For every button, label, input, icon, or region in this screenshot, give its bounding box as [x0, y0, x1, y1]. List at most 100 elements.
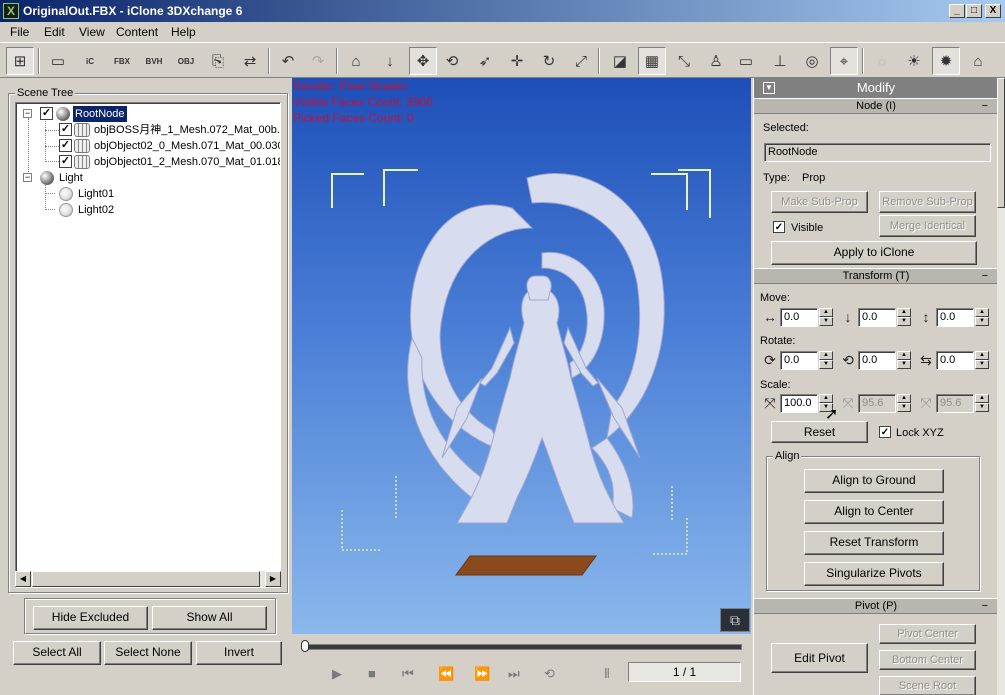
merge-identical-button[interactable]: Merge Identical [879, 215, 976, 237]
scene-tree[interactable]: − ✓ RootNode ✓ objBOSS月神_1_Mesh.072_Mat_… [15, 102, 281, 588]
3d-viewport[interactable]: Render: Pixel Shader Visible Faces Count… [292, 78, 751, 634]
remove-sub-prop-button[interactable]: Remove Sub-Prop [879, 191, 976, 213]
export-icon[interactable]: ⎘ [204, 47, 232, 75]
figure-icon[interactable]: ♙ [702, 47, 730, 75]
scale-z-spinner[interactable]: ▲ ▼ [975, 394, 989, 413]
menu-content[interactable]: Content [116, 25, 158, 39]
scroll-right-icon[interactable]: ▶ [265, 571, 281, 587]
redo-icon[interactable]: ↷ [304, 47, 332, 75]
bottom-center-button[interactable]: Bottom Center [879, 650, 976, 670]
move-x-input[interactable]: 0.0 [780, 308, 818, 327]
move-y-input[interactable]: 0.0 [858, 308, 896, 327]
globe-icon[interactable]: ◎ [798, 47, 826, 75]
select-tool-icon[interactable]: ➶ [471, 47, 499, 75]
grid-icon[interactable]: ▦ [638, 47, 666, 75]
collapse-icon[interactable]: − [982, 99, 988, 113]
tree-node-light02[interactable]: Light02 [16, 202, 280, 218]
rotate-z-input[interactable]: 0.0 [936, 351, 974, 370]
pan-tool-icon[interactable]: ✛ [503, 47, 531, 75]
ground-icon[interactable]: ⊥ [766, 47, 794, 75]
stop-icon[interactable]: ■ [368, 666, 376, 681]
hide-excluded-button[interactable]: Hide Excluded [33, 606, 148, 630]
undo-icon[interactable]: ↶ [274, 47, 302, 75]
import-ic-icon[interactable]: iC [76, 47, 104, 75]
screen-icon[interactable]: ▭ [732, 47, 760, 75]
go-start-icon[interactable]: ⏮ [402, 666, 414, 682]
move-x-spinner[interactable]: ▲ ▼ [819, 308, 833, 327]
orbit-tool-icon[interactable]: ↻ [535, 47, 563, 75]
close-button[interactable]: X [985, 4, 1001, 18]
collapse-icon[interactable]: − [23, 173, 32, 182]
singularize-pivots-button[interactable]: Singularize Pivots [804, 562, 944, 586]
tree-node-mesh-2[interactable]: ✓ objObject02_0_Mesh.071_Mat_00.030 [16, 138, 280, 154]
panel-menu-icon[interactable]: ▼ [763, 82, 775, 94]
show-all-button[interactable]: Show All [152, 606, 267, 630]
mesh-2-checkbox[interactable]: ✓ [59, 139, 72, 152]
node-section-header[interactable]: Node (I) − [754, 98, 997, 114]
edit-pivot-button[interactable]: Edit Pivot [771, 643, 868, 673]
collapse-icon[interactable]: − [23, 109, 32, 118]
rotate-x-spinner[interactable]: ▲ ▼ [819, 351, 833, 370]
go-end-icon[interactable]: ⏭ [508, 666, 520, 682]
scale-tool-icon[interactable]: ⤢ [567, 47, 595, 75]
rotate-x-input[interactable]: 0.0 [780, 351, 818, 370]
lock-xyz-checkbox[interactable]: ✓ [879, 426, 891, 438]
loop-icon[interactable]: ⟲ [544, 666, 555, 682]
scale-y-spinner[interactable]: ▲ ▼ [897, 394, 911, 413]
tree-node-mesh-1[interactable]: ✓ objBOSS月神_1_Mesh.072_Mat_00b.0 [16, 122, 280, 138]
pivot-section-header[interactable]: Pivot (P) − [754, 598, 997, 614]
move-y-spinner[interactable]: ▲ ▼ [897, 308, 911, 327]
align-to-ground-button[interactable]: Align to Ground [804, 469, 944, 493]
make-sub-prop-button[interactable]: Make Sub-Prop [771, 191, 868, 213]
rotate-y-input[interactable]: 0.0 [858, 351, 896, 370]
home-icon[interactable]: ⌂ [342, 47, 370, 75]
rotate-tool-icon[interactable]: ⟲ [438, 47, 466, 75]
minimize-button[interactable]: _ [949, 4, 965, 18]
visible-checkbox[interactable]: ✓ [773, 221, 785, 233]
play-icon[interactable]: ▶ [332, 666, 342, 682]
museum-icon[interactable]: ⌂ [964, 47, 992, 75]
scene-tree-hscrollbar[interactable]: ◀ ▶ [15, 571, 281, 587]
mesh-3-checkbox[interactable]: ✓ [59, 155, 72, 168]
reset-transform-button[interactable]: Reset Transform [804, 531, 944, 555]
menu-view[interactable]: View [79, 25, 105, 39]
maximize-button[interactable]: □ [966, 4, 982, 18]
box-icon[interactable]: ◪ [606, 47, 634, 75]
mesh-1-checkbox[interactable]: ✓ [59, 123, 72, 136]
collapse-icon[interactable]: − [982, 599, 988, 613]
axis-icon[interactable]: ⤡ [670, 47, 698, 75]
move-z-spinner[interactable]: ▲ ▼ [975, 308, 989, 327]
scroll-left-icon[interactable]: ◀ [15, 571, 31, 587]
tree-node-light01[interactable]: Light01 [16, 186, 280, 202]
invert-button[interactable]: Invert [196, 641, 282, 665]
scroll-thumb[interactable] [32, 571, 260, 587]
import-fbx-icon[interactable]: FBX [108, 47, 136, 75]
tree-node-rootnode[interactable]: − ✓ RootNode [16, 106, 280, 122]
move-z-input[interactable]: 0.0 [936, 308, 974, 327]
tree-node-mesh-3[interactable]: ✓ objObject01_2_Mesh.070_Mat_01.018 [16, 154, 280, 170]
select-none-button[interactable]: Select None [104, 641, 192, 665]
light-1-icon[interactable]: ☼ [868, 47, 896, 75]
scale-y-input[interactable]: 95.6 [858, 394, 896, 413]
reset-button[interactable]: Reset [771, 421, 868, 443]
next-frame-icon[interactable]: ⏩ [474, 666, 490, 682]
light-3-icon[interactable]: ✹ [932, 47, 960, 75]
scale-z-input[interactable]: 95.6 [936, 394, 974, 413]
menu-file[interactable]: File [10, 25, 29, 39]
scene-tree-toggle-icon[interactable]: ⊞ [6, 47, 34, 75]
import-bvh-icon[interactable]: BVH [140, 47, 168, 75]
apply-to-iclone-button[interactable]: Apply to iClone [771, 241, 977, 265]
tree-node-light[interactable]: − Light [16, 170, 280, 186]
align-to-center-button[interactable]: Align to Center [804, 500, 944, 524]
convert-icon[interactable]: ⇄ [236, 47, 264, 75]
viewport-layout-icon[interactable]: ⧉ [720, 608, 750, 632]
open-folder-icon[interactable]: ▭ [44, 47, 72, 75]
scene-root-button[interactable]: Scene Root [879, 676, 976, 695]
select-all-button[interactable]: Select All [13, 641, 101, 665]
collapse-icon[interactable]: − [982, 269, 988, 283]
transform-section-header[interactable]: Transform (T) − [754, 268, 997, 284]
focus-icon[interactable]: ⌖ [830, 47, 858, 75]
menu-edit[interactable]: Edit [44, 25, 65, 39]
modify-panel-scroll-thumb[interactable] [997, 78, 1005, 208]
drop-down-icon[interactable]: ↓ [376, 47, 404, 75]
